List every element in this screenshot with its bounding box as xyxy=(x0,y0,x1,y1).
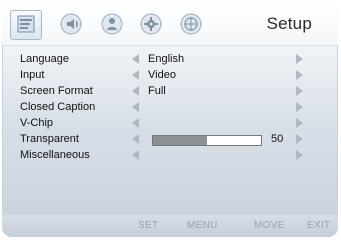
left-arrow-icon[interactable] xyxy=(132,118,139,128)
right-arrow-icon[interactable] xyxy=(296,86,303,96)
button-hint-bar: SET MENU MOVE EXIT xyxy=(2,215,338,237)
right-arrow-icon[interactable] xyxy=(296,118,303,128)
menu-item-miscellaneous[interactable]: Miscellaneous xyxy=(2,149,338,165)
menu-item-label: Input xyxy=(20,69,45,81)
slider-value: 50 xyxy=(271,133,284,145)
left-arrow-icon[interactable] xyxy=(132,150,139,160)
left-arrow-icon[interactable] xyxy=(132,134,139,144)
right-arrow-icon[interactable] xyxy=(296,70,303,80)
menu-item-value: Full xyxy=(148,85,166,97)
menu-item-label: V-Chip xyxy=(20,117,54,129)
menu-button-label[interactable]: MENU xyxy=(187,220,218,231)
menu-item-v-chip[interactable]: V-Chip xyxy=(2,117,338,133)
menu-item-closed-caption[interactable]: Closed Caption xyxy=(2,101,338,117)
menu-item-value: English xyxy=(148,53,185,65)
menu-item-label: Transparent xyxy=(20,133,79,145)
audio-icon[interactable] xyxy=(59,12,83,36)
menu-item-transparent[interactable]: Transparent 50 xyxy=(2,133,338,149)
menu-item-value: Video xyxy=(148,69,176,81)
exit-button-label[interactable]: EXIT xyxy=(307,220,330,231)
gear-icon[interactable] xyxy=(139,12,163,36)
right-arrow-icon[interactable] xyxy=(296,150,303,160)
menu-item-label: Language xyxy=(20,53,69,65)
menu-item-screen-format[interactable]: Screen Format Full xyxy=(2,85,338,101)
person-icon[interactable] xyxy=(100,12,124,36)
menu-item-input[interactable]: Input Video xyxy=(2,69,338,85)
move-button-label[interactable]: MOVE xyxy=(254,220,285,231)
set-button-label[interactable]: SET xyxy=(138,220,158,231)
left-arrow-icon[interactable] xyxy=(132,102,139,112)
menu-item-label: Closed Caption xyxy=(20,101,96,113)
menu-header: Setup xyxy=(2,3,338,46)
slider-fill xyxy=(153,136,207,145)
menu-item-label: Miscellaneous xyxy=(20,149,90,161)
menu-title: Setup xyxy=(266,14,312,33)
globe-icon[interactable] xyxy=(179,12,203,36)
right-arrow-icon[interactable] xyxy=(296,134,303,144)
setup-icon[interactable] xyxy=(14,12,38,36)
left-arrow-icon[interactable] xyxy=(132,70,139,80)
menu-item-label: Screen Format xyxy=(20,85,93,97)
transparency-slider[interactable] xyxy=(152,135,262,146)
right-arrow-icon[interactable] xyxy=(296,102,303,112)
right-arrow-icon[interactable] xyxy=(296,54,303,64)
menu-item-language[interactable]: Language English xyxy=(2,53,338,69)
left-arrow-icon[interactable] xyxy=(132,86,139,96)
left-arrow-icon[interactable] xyxy=(132,54,139,64)
osd-menu: Setup Language English Input Video Scree… xyxy=(2,3,338,237)
